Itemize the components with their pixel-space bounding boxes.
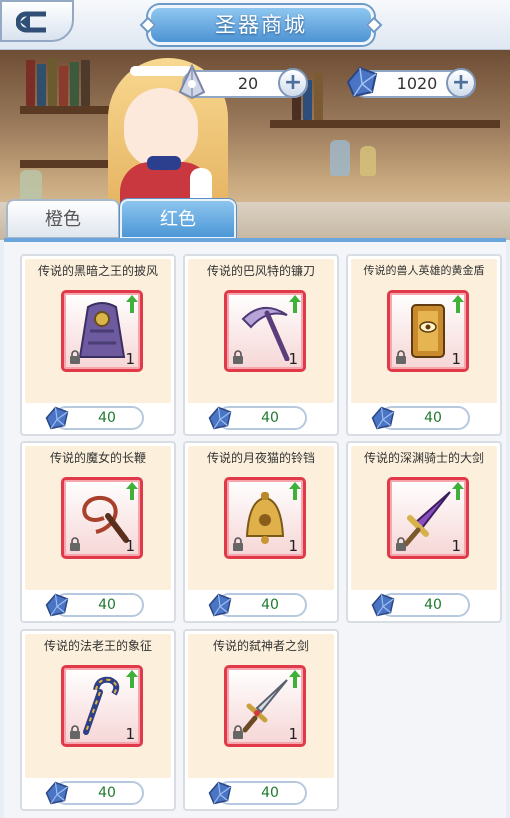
- item-quantity: 1: [451, 537, 461, 555]
- crystal-counter: 20 +: [178, 63, 308, 100]
- lock-icon: [233, 350, 243, 364]
- jewel-currency-icon: [45, 781, 69, 805]
- crystal-currency-icon: [178, 63, 206, 100]
- item-name: 传说的深渊骑士的大剑: [363, 451, 484, 465]
- item-card[interactable]: 传说的巴风特的镰刀 1 40: [183, 254, 339, 436]
- price-button[interactable]: 40: [45, 593, 144, 617]
- lock-icon: [70, 537, 80, 551]
- tab-orange[interactable]: 橙色: [6, 199, 120, 239]
- scythe-icon: [241, 307, 290, 361]
- item-price: 40: [424, 410, 442, 426]
- item-quantity: 1: [288, 725, 298, 743]
- jewel-currency-icon: [208, 406, 232, 430]
- price-button[interactable]: 40: [208, 406, 307, 430]
- tab-red[interactable]: 红色: [120, 199, 236, 239]
- jewel-currency-icon: [45, 406, 69, 430]
- page-title: 圣器商城: [215, 13, 307, 37]
- item-price: 40: [98, 597, 116, 613]
- back-arrow-icon: [16, 11, 46, 33]
- lock-icon: [70, 725, 80, 739]
- item-price: 40: [261, 785, 279, 801]
- item-name: 传说的巴风特的镰刀: [206, 264, 315, 278]
- upgrade-arrow-icon: [452, 482, 464, 500]
- add-crystal-button[interactable]: +: [278, 68, 308, 98]
- item-price: 40: [261, 597, 279, 613]
- lock-icon: [396, 350, 406, 364]
- jewel-count: 1020: [396, 74, 438, 93]
- lock-icon: [233, 537, 243, 551]
- price-button[interactable]: 40: [371, 593, 470, 617]
- item-quantity: 1: [125, 725, 135, 743]
- upgrade-arrow-icon: [289, 670, 301, 688]
- item-tile: 1: [61, 665, 143, 747]
- upgrade-arrow-icon: [126, 482, 138, 500]
- whip-icon: [82, 495, 129, 543]
- item-card[interactable]: 传说的弑神者之剑 1 40: [183, 629, 339, 811]
- item-name: 传说的月夜猫的铃铛: [206, 451, 315, 465]
- add-jewel-button[interactable]: +: [446, 68, 476, 98]
- jewel-counter: 1020 +: [346, 66, 476, 98]
- jewel-currency-icon: [371, 593, 395, 617]
- item-price: 40: [98, 410, 116, 426]
- item-price: 40: [98, 785, 116, 801]
- lock-icon: [396, 537, 406, 551]
- item-card[interactable]: 传说的兽人英雄的黄金盾 1 40: [346, 254, 502, 436]
- top-bar: 圣器商城: [0, 0, 510, 50]
- jewel-currency-icon: [208, 781, 232, 805]
- bell-icon: [245, 492, 285, 544]
- item-tile: 1: [61, 290, 143, 372]
- scepter-icon: [83, 676, 120, 735]
- item-card[interactable]: 传说的魔女的长鞭 1 40: [20, 441, 176, 623]
- jewel-currency-icon: [208, 593, 232, 617]
- item-tile: 1: [387, 477, 469, 559]
- jewel-currency-icon: [346, 66, 378, 98]
- price-button[interactable]: 40: [371, 406, 470, 430]
- item-name: 传说的黑暗之王的披风: [37, 264, 158, 278]
- item-name: 传说的魔女的长鞭: [49, 451, 146, 465]
- price-button[interactable]: 40: [208, 593, 307, 617]
- shop-title-plate: 圣器商城: [139, 5, 383, 45]
- item-card[interactable]: 传说的月夜猫的铃铛 1 40: [183, 441, 339, 623]
- jewel-currency-icon: [45, 593, 69, 617]
- item-quantity: 1: [288, 537, 298, 555]
- price-button[interactable]: 40: [45, 781, 144, 805]
- item-name: 传说的兽人英雄的黄金盾: [363, 264, 485, 277]
- item-name: 传说的法老王的象征: [43, 639, 152, 653]
- item-tile: 1: [224, 665, 306, 747]
- back-button[interactable]: [0, 0, 74, 42]
- greatsword-icon: [403, 491, 451, 547]
- lock-icon: [70, 350, 80, 364]
- item-name: 传说的弑神者之剑: [212, 639, 309, 653]
- lock-icon: [233, 725, 243, 739]
- upgrade-arrow-icon: [452, 295, 464, 313]
- item-card[interactable]: 传说的黑暗之王的披风 1 40: [20, 254, 176, 436]
- item-tile: 1: [387, 290, 469, 372]
- upgrade-arrow-icon: [289, 295, 301, 313]
- crystal-count: 20: [237, 74, 259, 93]
- item-quantity: 1: [451, 350, 461, 368]
- sword-icon: [242, 679, 288, 733]
- item-tile: 1: [224, 477, 306, 559]
- price-button[interactable]: 40: [45, 406, 144, 430]
- upgrade-arrow-icon: [126, 670, 138, 688]
- item-tile: 1: [61, 477, 143, 559]
- upgrade-arrow-icon: [289, 482, 301, 500]
- upgrade-arrow-icon: [126, 295, 138, 313]
- jewel-currency-icon: [371, 406, 395, 430]
- item-card[interactable]: 传说的深渊骑士的大剑 1 40: [346, 441, 502, 623]
- item-card[interactable]: 传说的法老王的象征 1 40: [20, 629, 176, 811]
- cloak-icon: [78, 302, 126, 358]
- item-quantity: 1: [125, 350, 135, 368]
- price-button[interactable]: 40: [208, 781, 307, 805]
- item-quantity: 1: [288, 350, 298, 368]
- shield-icon: [411, 304, 445, 358]
- item-price: 40: [261, 410, 279, 426]
- item-quantity: 1: [125, 537, 135, 555]
- item-tile: 1: [224, 290, 306, 372]
- item-price: 40: [424, 597, 442, 613]
